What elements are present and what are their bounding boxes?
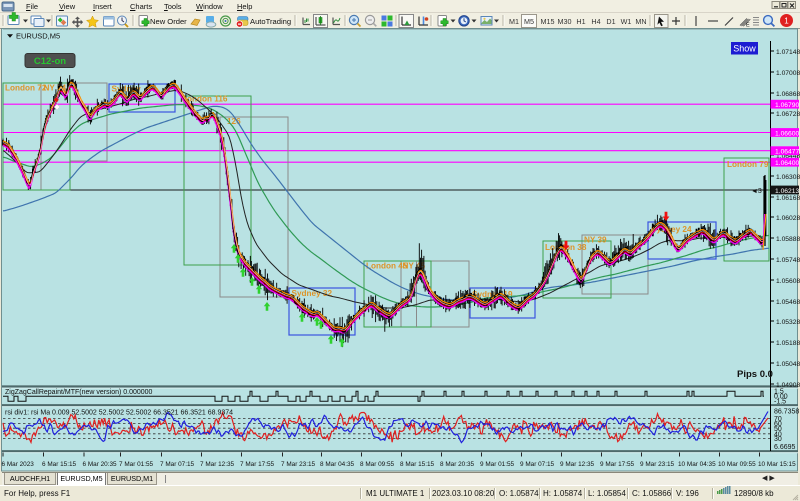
svg-text:8 Mar 09:55: 8 Mar 09:55: [360, 461, 395, 468]
svg-text:6 Mar 20:35: 6 Mar 20:35: [83, 461, 118, 468]
svg-text:1.06868: 1.06868: [776, 91, 800, 98]
svg-text:9 Mar 01:55: 9 Mar 01:55: [480, 461, 515, 468]
svg-text:9 Mar 12:35: 9 Mar 12:35: [560, 461, 595, 468]
svg-text:8 Mar 20:35: 8 Mar 20:35: [440, 461, 475, 468]
svg-text:10 Mar 15:15: 10 Mar 15:15: [758, 461, 796, 468]
svg-text:6.6695: 6.6695: [774, 444, 796, 451]
svg-text:9 Mar 07:15: 9 Mar 07:15: [520, 461, 555, 468]
svg-text:1.05468: 1.05468: [776, 299, 800, 306]
svg-text:◄3: ◄3: [751, 188, 762, 195]
svg-text:1.07008: 1.07008: [776, 70, 800, 77]
svg-text:1.05188: 1.05188: [776, 340, 800, 347]
svg-text:1.06728: 1.06728: [776, 111, 800, 118]
svg-text:9 Mar 23:15: 9 Mar 23:15: [640, 461, 675, 468]
svg-text:London 72: London 72: [5, 84, 47, 93]
svg-text:1.06028: 1.06028: [776, 215, 800, 222]
svg-text:8 Mar 15:15: 8 Mar 15:15: [400, 461, 435, 468]
svg-text:-1.5: -1.5: [774, 398, 786, 405]
svg-text:1.05748: 1.05748: [776, 257, 800, 264]
svg-text:EURUSD,M5: EURUSD,M5: [16, 32, 60, 41]
svg-text:10 Mar 09:55: 10 Mar 09:55: [718, 461, 756, 468]
svg-text:London 79: London 79: [727, 160, 769, 169]
svg-text:8 Mar 04:35: 8 Mar 04:35: [320, 461, 355, 468]
svg-text:ZigZagCallRepaint/MTF(new vers: ZigZagCallRepaint/MTF(new version) 0.000…: [5, 389, 153, 396]
svg-text:86.7358: 86.7358: [774, 409, 799, 416]
svg-text:7 Mar 17:55: 7 Mar 17:55: [240, 461, 275, 468]
svg-text:9 Mar 17:55: 9 Mar 17:55: [600, 461, 635, 468]
svg-text:1.06790: 1.06790: [775, 102, 799, 109]
svg-text:rsi div1: rsi Ma 0.009 52.5002: rsi div1: rsi Ma 0.009 52.5002 52.5002 5…: [5, 410, 233, 417]
svg-text:1.07148: 1.07148: [776, 49, 800, 56]
svg-text:1.05888: 1.05888: [776, 236, 800, 243]
svg-text:7 Mar 23:15: 7 Mar 23:15: [281, 461, 316, 468]
svg-text:1.06477: 1.06477: [775, 149, 799, 156]
svg-text:7 Mar 07:15: 7 Mar 07:15: [160, 461, 195, 468]
svg-text:7 Mar 12:35: 7 Mar 12:35: [200, 461, 235, 468]
svg-text:1.06600: 1.06600: [775, 130, 799, 137]
svg-text:1.06213: 1.06213: [775, 188, 799, 195]
svg-text:10 Mar 04:35: 10 Mar 04:35: [678, 461, 716, 468]
svg-text:30: 30: [774, 436, 782, 443]
svg-text:Pips 0.0: Pips 0.0: [737, 369, 773, 380]
svg-text:1.06168: 1.06168: [776, 195, 800, 202]
svg-text:6 Mar 2023: 6 Mar 2023: [2, 461, 35, 468]
svg-text:1.05608: 1.05608: [776, 278, 800, 285]
svg-text:NY 45: NY 45: [403, 262, 426, 271]
svg-text:1.05328: 1.05328: [776, 319, 800, 326]
svg-text:6 Mar 15:15: 6 Mar 15:15: [42, 461, 77, 468]
svg-text:1.06400: 1.06400: [775, 160, 799, 167]
svg-text:1.05048: 1.05048: [776, 361, 800, 368]
svg-text:1.06308: 1.06308: [776, 174, 800, 181]
svg-text:Show: Show: [733, 44, 756, 54]
svg-text:C12-on: C12-on: [34, 56, 66, 67]
svg-text:7 Mar 01:55: 7 Mar 01:55: [119, 461, 154, 468]
svg-text:NY 39: NY 39: [584, 236, 607, 245]
